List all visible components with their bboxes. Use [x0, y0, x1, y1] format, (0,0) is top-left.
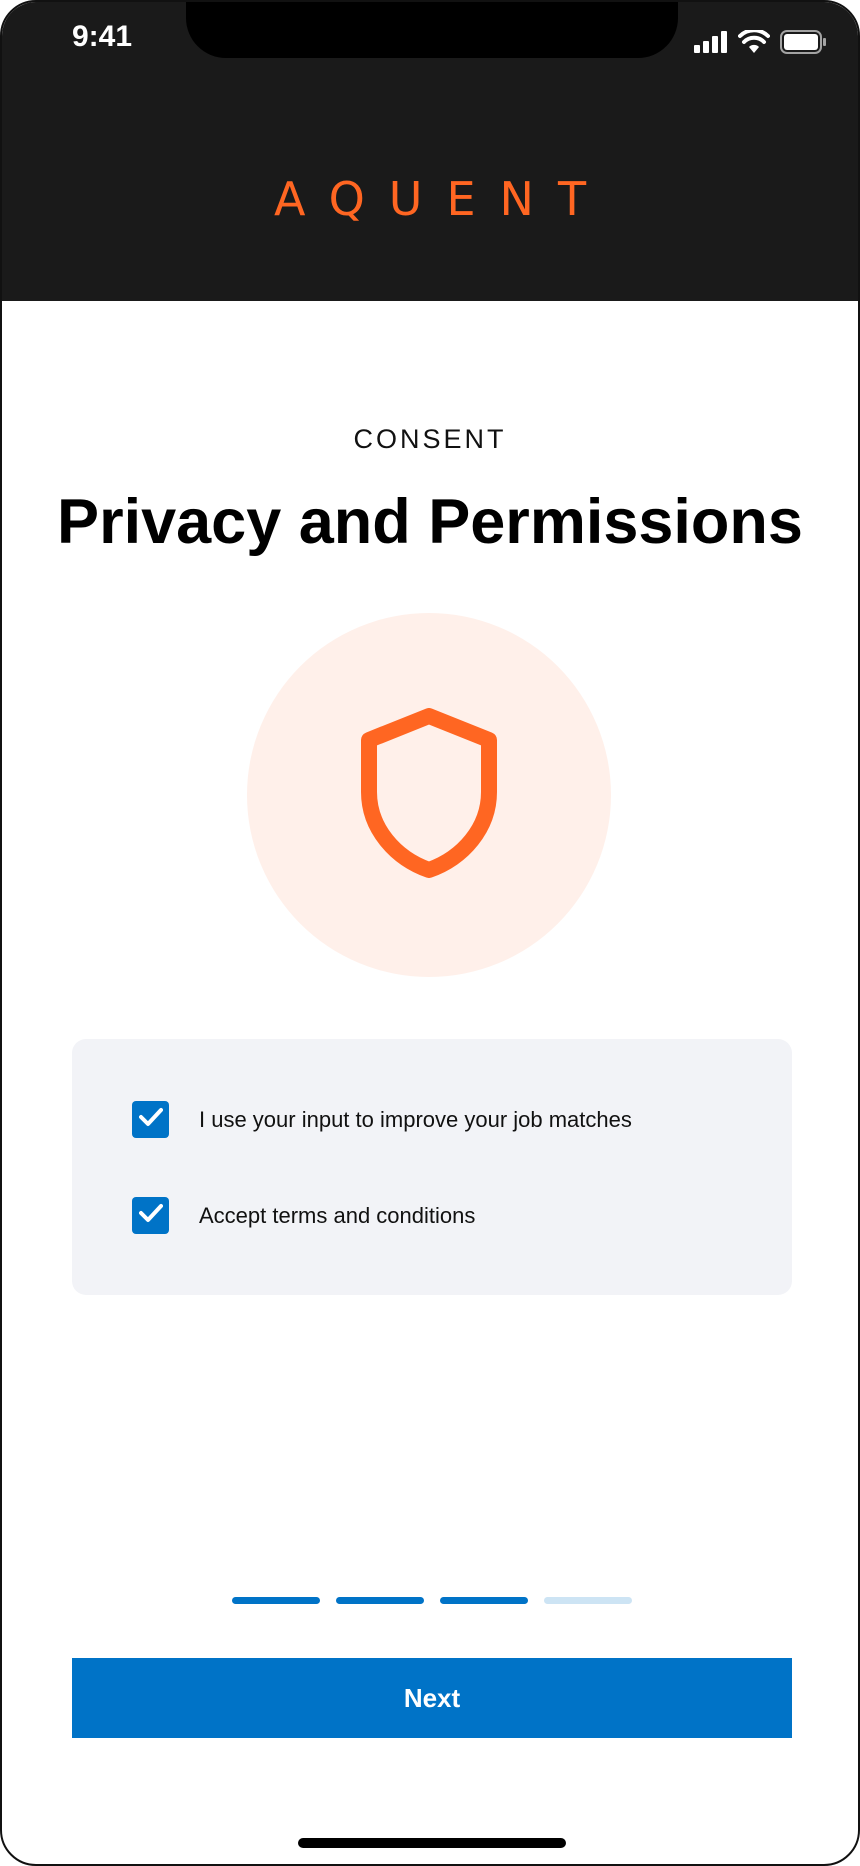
device-notch: [186, 2, 678, 58]
phone-screen: 9:41 AQUENT CONSENT Privacy and Permissi…: [0, 0, 860, 1866]
page-title: Privacy and Permissions: [57, 487, 803, 557]
job-matches-checkbox[interactable]: [132, 1101, 169, 1138]
job-matches-label: I use your input to improve your job mat…: [199, 1106, 632, 1132]
shield-icon: [359, 707, 499, 883]
section-eyebrow: CONSENT: [353, 424, 507, 454]
home-indicator: [298, 1838, 566, 1848]
progress-step-2: [336, 1597, 424, 1604]
checkmark-icon: [138, 1203, 163, 1228]
terms-label: Accept terms and conditions: [199, 1202, 476, 1228]
status-icons: [694, 28, 826, 59]
progress-step-1: [232, 1597, 320, 1604]
step-progress: [232, 1597, 632, 1604]
aquent-logo: AQUENT: [273, 172, 611, 226]
hero-illustration: [247, 613, 611, 977]
wifi-icon: [738, 28, 770, 59]
battery-icon: [780, 30, 826, 59]
status-time: 9:41: [72, 20, 133, 53]
next-button[interactable]: Next: [72, 1658, 792, 1738]
progress-step-3: [440, 1597, 528, 1604]
consent-card: I use your input to improve your job mat…: [72, 1039, 792, 1295]
checkmark-icon: [138, 1107, 163, 1132]
terms-checkbox[interactable]: [132, 1197, 169, 1234]
progress-step-4: [544, 1597, 632, 1604]
cellular-signal-icon: [694, 31, 728, 58]
consent-item-job-matches[interactable]: I use your input to improve your job mat…: [132, 1101, 632, 1138]
consent-item-terms[interactable]: Accept terms and conditions: [132, 1197, 475, 1234]
app-header: 9:41 AQUENT: [2, 2, 858, 301]
